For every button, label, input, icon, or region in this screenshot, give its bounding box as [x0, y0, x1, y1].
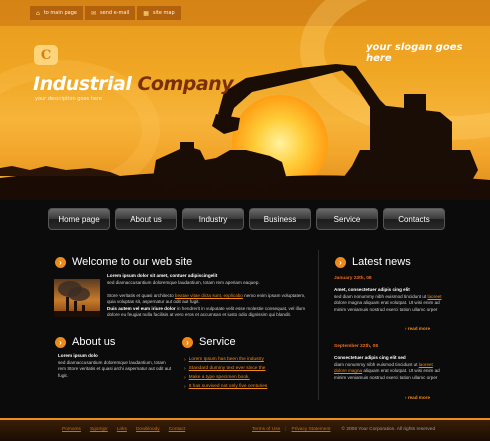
footer-legal: Terms of Use | Privacy Statement © 2008 …	[252, 427, 435, 432]
read-more-link[interactable]: › read more	[405, 395, 430, 400]
nav-industry[interactable]: Industry	[182, 208, 244, 230]
nav-about-us[interactable]: About us	[115, 208, 177, 230]
home-icon: ⌂	[36, 9, 40, 17]
news-text: diam nonummy nibh euismod tincidunt ut l…	[334, 362, 446, 381]
footer-link[interactable]: Sgomjpr	[90, 427, 108, 432]
read-more-label: read more	[407, 326, 431, 331]
company-name-word2: Company	[137, 73, 234, 95]
company-logo-icon[interactable]: C	[34, 45, 58, 65]
bullet-icon: ›	[405, 326, 407, 331]
top-link-label: to main page	[43, 10, 77, 16]
welcome-bold-text: Duis autem vel eum iriure dolor	[107, 306, 176, 311]
welcome-lead: Lorem ipsum dolor sit amet, contuer adip…	[107, 273, 218, 278]
service-link[interactable]: Lorem Ipsum has been the industry	[189, 357, 264, 362]
welcome-paragraph-2: Store veritatis et quasi architecto beat…	[107, 293, 315, 306]
bullet-icon: ›	[184, 356, 186, 363]
welcome-heading: › Welcome to our web site	[55, 256, 192, 268]
about-heading: › About us	[55, 336, 115, 348]
copyright-text: © 2008 Your Corporation. All rights rese…	[341, 427, 436, 432]
news-body: diam nonummy nibh euismod tincidunt ut	[334, 362, 419, 367]
welcome-link[interactable]: beatae vitae dicta sunt, explicabo	[175, 293, 243, 298]
news-text: sed diam nonummy nibh euismod tincidunt …	[334, 294, 446, 313]
bullet-icon: ›	[184, 365, 186, 372]
service-link[interactable]: Make a type specimen book.	[189, 375, 250, 380]
privacy-statement-link[interactable]: Privacy Statement	[292, 427, 331, 432]
top-link-main-page[interactable]: ⌂ to main page	[30, 6, 83, 20]
footer-links: Pomoms Sgomjpr Lnks Dowbloody Contact	[62, 427, 185, 432]
mail-icon: ✉	[91, 9, 97, 17]
list-item: › Standard dummy text ever since the	[184, 364, 267, 373]
bullet-icon: ›	[184, 374, 186, 381]
bullet-icon: ›	[184, 383, 186, 390]
arrow-right-icon: ›	[55, 336, 66, 348]
factory-image	[54, 279, 100, 317]
top-links: ⌂ to main page ✉ send e-mail ▦ site map	[30, 6, 183, 20]
company-tagline: your description goes here	[35, 96, 102, 102]
slogan: your slogan goes here	[366, 42, 463, 64]
treeline-silhouette	[0, 166, 120, 176]
news-date: January 23th, 08	[334, 276, 372, 281]
news-body: sed diam nonummy nibh euismod tincidunt …	[334, 294, 428, 299]
news-lead: Amet, consectetuer adipis cing elit	[334, 287, 410, 292]
footer-separator: |	[285, 427, 287, 432]
top-link-label: site map	[152, 10, 175, 16]
footer-link[interactable]: Lnks	[117, 427, 127, 432]
news-body: dolore magna aliquam erat volutpat. Ut w…	[334, 300, 440, 312]
welcome-paragraph-3: Duis autem vel eum iriure dolor in hendr…	[107, 306, 315, 319]
service-heading: › Service	[182, 336, 236, 348]
bullet-icon: ›	[405, 395, 407, 400]
top-link-site-map[interactable]: ▦ site map	[137, 6, 181, 20]
nav-business[interactable]: Business	[249, 208, 311, 230]
about-lead: Lorem ipsum dolo	[58, 353, 98, 358]
list-item: › Lorem Ipsum has been the industry	[184, 355, 267, 364]
about-text: sed diamaccusantium doloremque laudantiu…	[58, 360, 172, 378]
news-heading: › Latest news	[335, 256, 411, 268]
nav-contacts[interactable]: Contacts	[383, 208, 445, 230]
news-date: September 22th, 08	[334, 344, 378, 349]
nav-home-page[interactable]: Home page	[48, 208, 110, 230]
header-banner: ⌂ to main page ✉ send e-mail ▦ site map …	[0, 0, 490, 200]
service-link[interactable]: Standard dummy text ever since the	[189, 366, 266, 371]
footer: Pomoms Sgomjpr Lnks Dowbloody Contact Te…	[0, 418, 490, 441]
service-title: Service	[199, 336, 236, 348]
list-item: › It has survived not only five centuries	[184, 382, 267, 391]
main-navigation: Home page About us Industry Business Ser…	[48, 208, 445, 230]
company-name-word1: Industrial	[33, 73, 132, 95]
news-title: Latest news	[352, 256, 411, 268]
arrow-right-icon: ›	[335, 256, 346, 268]
read-more-link[interactable]: › read more	[405, 326, 430, 331]
welcome-text: Store veritatis et quasi architecto	[107, 293, 175, 298]
welcome-title: Welcome to our web site	[72, 256, 193, 268]
footer-link[interactable]: Dowbloody	[136, 427, 160, 432]
arrow-right-icon: ›	[55, 256, 66, 268]
service-list: › Lorem Ipsum has been the industry › Stan…	[184, 355, 267, 391]
company-name[interactable]: Industrial Company	[33, 73, 234, 95]
column-divider	[318, 250, 319, 400]
arrow-right-icon: ›	[182, 336, 193, 348]
terms-of-use-link[interactable]: Terms of Use	[252, 427, 280, 432]
footer-link[interactable]: Pomoms	[62, 427, 81, 432]
sitemap-icon: ▦	[143, 9, 149, 17]
list-item: › Make a type specimen book.	[184, 373, 267, 382]
footer-link[interactable]: Contact	[169, 427, 186, 432]
read-more-label: read more	[407, 395, 431, 400]
news-lead: Consectetuer adipis cing elit sed	[334, 355, 406, 360]
top-link-send-email[interactable]: ✉ send e-mail	[85, 6, 136, 20]
dump-truck-silhouette	[152, 142, 286, 191]
nav-service[interactable]: Service	[316, 208, 378, 230]
about-title: About us	[72, 336, 116, 348]
news-link[interactable]: laoreet	[427, 294, 441, 299]
service-link[interactable]: It has survived not only five centuries	[189, 384, 268, 389]
top-link-label: send e-mail	[100, 10, 130, 16]
welcome-paragraph-1: sed diamaccusantium doloremque laudantiu…	[107, 280, 260, 285]
